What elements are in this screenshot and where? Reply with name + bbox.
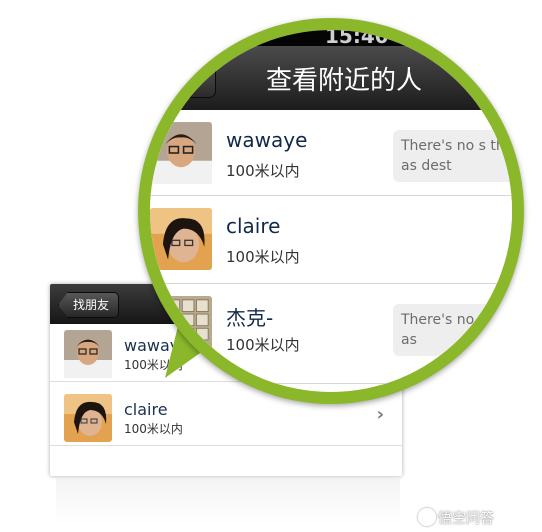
back-button[interactable]: [170, 58, 216, 98]
status-message: There's no s thing as: [393, 304, 512, 356]
wukong-logo-icon: [418, 508, 436, 526]
contact-distance: 100米以内: [226, 248, 300, 266]
contact-distance: 100米以内: [226, 336, 300, 354]
list-item[interactable]: 杰克- 100米以内 There's no s thing as: [150, 284, 512, 384]
page-title: 查看附近的人: [266, 66, 423, 96]
chevron-right-icon: ›: [376, 404, 384, 425]
back-button[interactable]: 找朋友: [58, 292, 120, 318]
contact-name: claire: [226, 214, 281, 238]
contact-name: 杰克-: [226, 306, 274, 330]
avatar: [150, 208, 212, 270]
list-item[interactable]: wawaye 100米以内 There's no s thing as dest: [150, 110, 512, 196]
magnifier-lens: 15:40 查看附近的人 wawaye 100米以内 There's no s …: [150, 30, 512, 392]
avatar: [64, 330, 112, 378]
avatar: [150, 296, 212, 358]
contact-distance: 100米以内: [226, 162, 300, 180]
avatar: [64, 394, 112, 442]
status-message: There's no s thing as dest: [393, 130, 512, 182]
contact-name: claire: [124, 400, 168, 419]
avatar: [150, 122, 212, 184]
list-item[interactable]: claire 100米以内: [150, 196, 512, 284]
contact-distance: 100米以内: [124, 422, 183, 436]
contact-name: wawaye: [226, 128, 308, 152]
screen-reflection: [56, 478, 400, 524]
watermark: 悟空问答: [438, 511, 494, 527]
